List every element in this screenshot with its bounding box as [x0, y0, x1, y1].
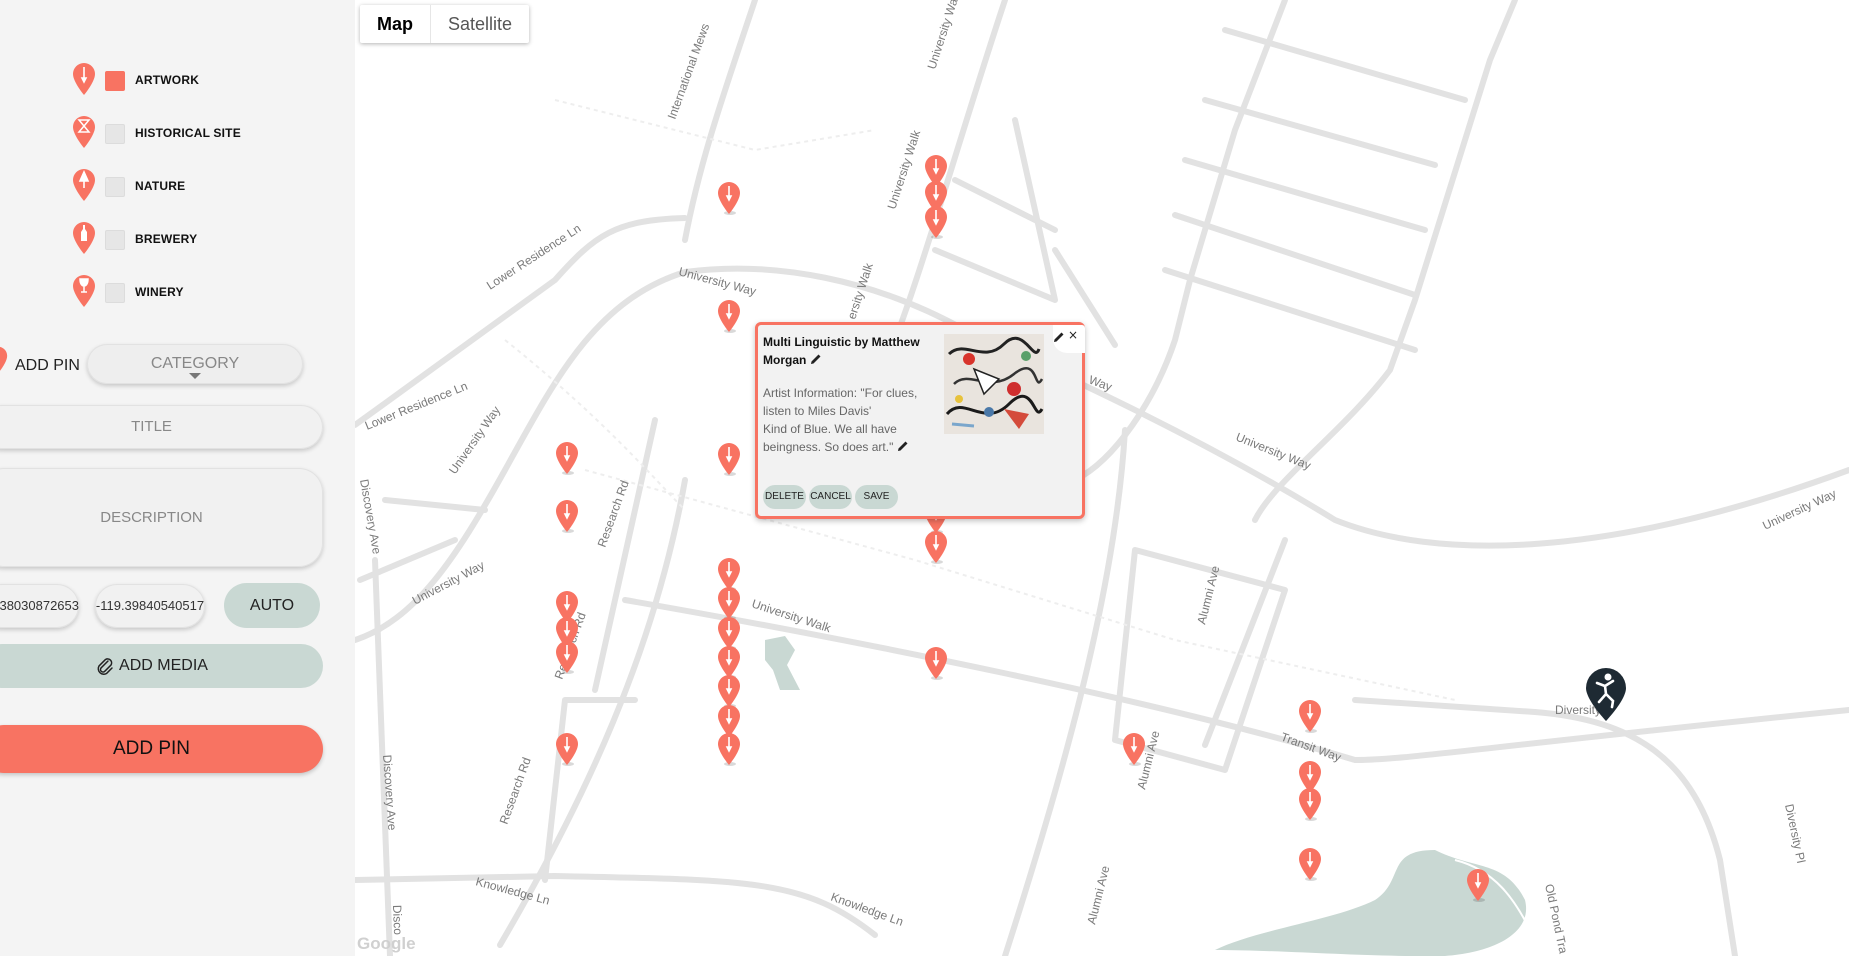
- artwork-pin[interactable]: [1122, 732, 1146, 766]
- street-label: University Walk: [925, 0, 964, 71]
- info-title-text: Multi Linguistic by Matthew Morgan: [763, 335, 920, 367]
- category-select[interactable]: CATEGORY: [87, 344, 303, 384]
- legend-label: NATURE: [135, 179, 186, 193]
- cancel-button[interactable]: CANCEL: [809, 485, 852, 509]
- sidebar: ARTWORK HISTORICAL SITE NATURE BREWERY W: [0, 0, 355, 956]
- artwork-pin[interactable]: [717, 586, 741, 620]
- title-placeholder: TITLE: [131, 418, 172, 435]
- map-type-map-button[interactable]: Map: [360, 5, 430, 43]
- info-description: Artist Information: "For clues, listen t…: [763, 384, 938, 456]
- artwork-pin[interactable]: [1298, 699, 1322, 733]
- winery-checkbox[interactable]: [105, 283, 125, 303]
- longitude-input[interactable]: -119.39840540517: [95, 584, 205, 628]
- pencil-icon[interactable]: [1053, 331, 1065, 343]
- artwork-pin[interactable]: [924, 205, 948, 239]
- artwork-pin[interactable]: [717, 181, 741, 215]
- description-input[interactable]: DESCRIPTION: [0, 468, 323, 567]
- artwork-pin[interactable]: [717, 299, 741, 333]
- add-media-button[interactable]: ADD MEDIA: [0, 644, 323, 688]
- latitude-input[interactable]: 33.6438030872653: [0, 584, 79, 628]
- artwork-checkbox[interactable]: [105, 71, 125, 91]
- artwork-pin[interactable]: [924, 530, 948, 564]
- info-description-text: Artist Information: "For clues, listen t…: [763, 386, 918, 454]
- hourglass-icon: [73, 116, 95, 148]
- map-canvas[interactable]: Lower Residence Ln Lower Residence Ln In…: [355, 0, 1849, 956]
- artwork-pin[interactable]: [1298, 787, 1322, 821]
- artwork-pin[interactable]: [555, 732, 579, 766]
- longitude-value: -119.39840540517: [95, 598, 205, 613]
- delete-button[interactable]: DELETE: [763, 485, 806, 509]
- street-label: Research Rd: [497, 755, 534, 826]
- add-pin-submit-button[interactable]: ADD PIN: [0, 725, 323, 773]
- tree-icon: [73, 169, 95, 201]
- close-icon: ×: [1068, 328, 1079, 342]
- legend-label: ARTWORK: [135, 73, 200, 87]
- pin-marker-icon: [0, 346, 8, 371]
- wine-glass-icon: [73, 275, 95, 307]
- nature-checkbox[interactable]: [105, 177, 125, 197]
- street-label: Diversity Pl: [1782, 803, 1808, 865]
- add-media-label: ADD MEDIA: [119, 657, 208, 674]
- artwork-pin[interactable]: [555, 640, 579, 674]
- chevron-down-icon: [189, 373, 201, 379]
- save-button[interactable]: SAVE: [855, 485, 898, 509]
- submit-label: ADD PIN: [112, 738, 191, 759]
- artwork-pin[interactable]: [555, 441, 579, 475]
- artwork-pin[interactable]: [555, 499, 579, 533]
- street-label: University Walk: [885, 127, 924, 210]
- historical-site-checkbox[interactable]: [105, 124, 125, 144]
- add-pin-heading: ADD PIN: [15, 357, 80, 374]
- latitude-value: 33.6438030872653: [0, 598, 79, 613]
- artwork-pin[interactable]: [717, 674, 741, 708]
- category-placeholder: CATEGORY: [150, 355, 240, 372]
- map-base: Lower Residence Ln Lower Residence Ln In…: [355, 0, 1849, 956]
- artwork-pin[interactable]: [1466, 868, 1490, 902]
- title-input[interactable]: TITLE: [0, 405, 323, 449]
- pencil-icon[interactable]: [897, 440, 909, 452]
- brewery-checkbox[interactable]: [105, 230, 125, 250]
- pencil-icon[interactable]: [810, 353, 822, 365]
- pin-info-window: Multi Linguistic by Matthew Morgan Artis…: [755, 322, 1085, 519]
- google-attribution: Google: [357, 934, 416, 953]
- info-title: Multi Linguistic by Matthew Morgan: [763, 333, 938, 369]
- brush-icon: [73, 63, 95, 95]
- map-type-control: Map Satellite: [360, 5, 530, 43]
- legend-label: HISTORICAL SITE: [135, 126, 241, 140]
- auto-label: AUTO: [249, 597, 295, 614]
- street-label: University Way: [446, 404, 503, 477]
- street-label: Old Pond Tra: [1542, 883, 1570, 955]
- artwork-pin[interactable]: [1298, 847, 1322, 881]
- street-label: Discovery Ave: [357, 478, 384, 555]
- info-close-button[interactable]: ×: [1053, 325, 1085, 353]
- artwork-pin[interactable]: [924, 646, 948, 680]
- map-type-satellite-button[interactable]: Satellite: [430, 5, 529, 43]
- street-label: Alumni Ave: [1084, 864, 1112, 926]
- paperclip-icon: [97, 657, 113, 675]
- artwork-pin[interactable]: [717, 442, 741, 476]
- bottle-icon: [73, 222, 95, 254]
- street-label: Alumni Ave: [1194, 564, 1222, 626]
- street-label: Lower Residence Ln: [484, 221, 583, 292]
- auto-location-button[interactable]: AUTO: [224, 583, 320, 628]
- street-label: International Mews: [665, 22, 713, 121]
- legend-label: BREWERY: [135, 232, 198, 246]
- street-label: Disco: [390, 905, 405, 936]
- person-location-icon[interactable]: [1585, 668, 1627, 722]
- artwork-pin[interactable]: [717, 732, 741, 766]
- artwork-thumbnail: [944, 334, 1044, 434]
- legend-label: WINERY: [135, 285, 184, 299]
- description-placeholder: DESCRIPTION: [100, 509, 203, 526]
